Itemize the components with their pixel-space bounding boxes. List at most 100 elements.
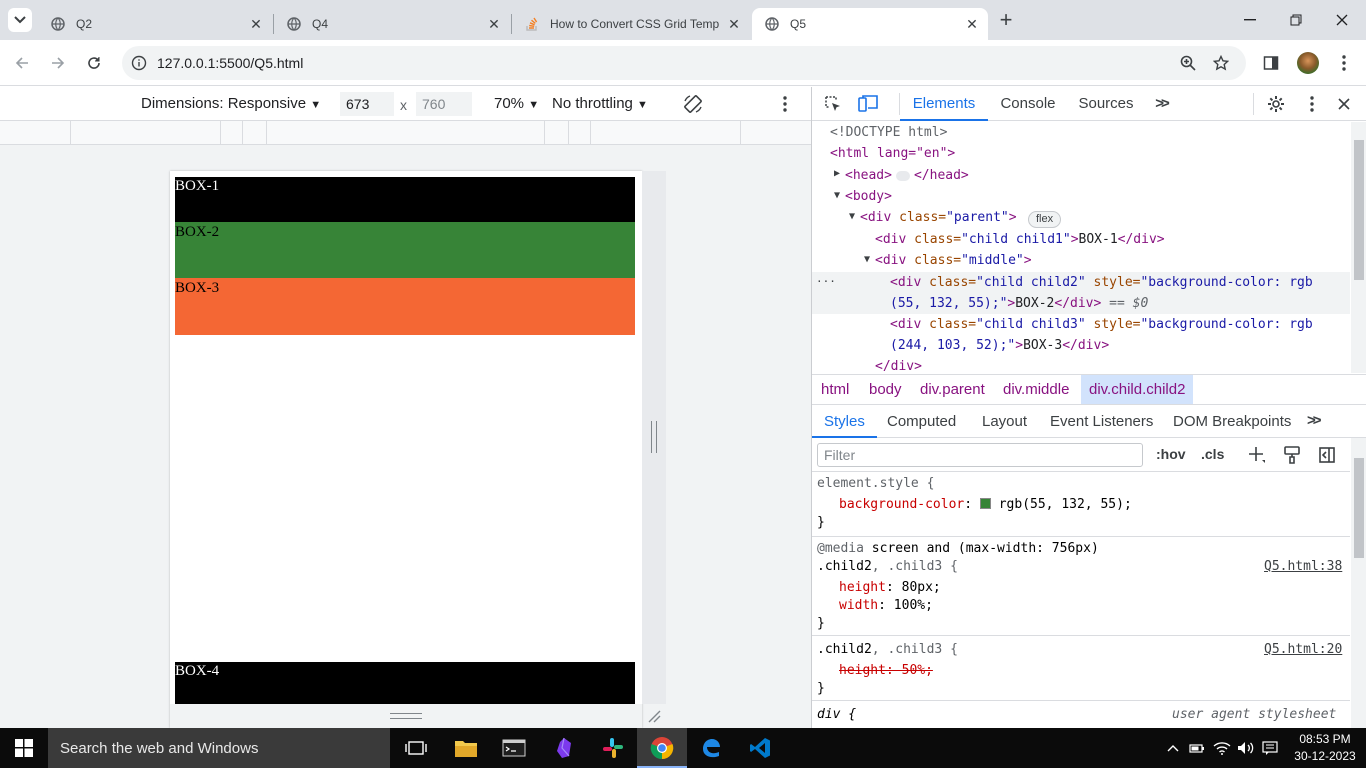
zoom-icon[interactable] xyxy=(1179,54,1197,72)
notifications-icon[interactable] xyxy=(1260,738,1280,758)
subtab-layout[interactable]: Layout xyxy=(982,413,1027,430)
terminal-icon[interactable] xyxy=(501,736,527,760)
tab-q4[interactable]: Q4 ✕ xyxy=(274,8,510,40)
dom-body[interactable]: <body> xyxy=(845,189,892,204)
dom-head[interactable]: <head> </head> xyxy=(845,168,969,183)
new-rule-button[interactable] xyxy=(1247,445,1267,465)
dom-row-actions[interactable]: ... xyxy=(816,272,836,285)
edge-icon[interactable] xyxy=(698,736,724,760)
hov-toggle[interactable]: :hov xyxy=(1156,446,1186,462)
address-bar[interactable]: 127.0.0.1:5500/Q5.html xyxy=(122,46,1246,80)
subtab-styles[interactable]: Styles xyxy=(812,405,877,438)
chevron-up-icon[interactable] xyxy=(1164,738,1182,758)
side-panel-icon[interactable] xyxy=(1261,53,1281,73)
zoom-dropdown[interactable]: 70% ▼ xyxy=(494,95,539,112)
color-swatch[interactable] xyxy=(979,498,991,509)
obsidian-icon[interactable] xyxy=(551,736,577,760)
bookmark-star-icon[interactable] xyxy=(1212,54,1230,72)
close-window-button[interactable] xyxy=(1320,8,1364,32)
device-toolbar-menu[interactable] xyxy=(775,92,795,116)
avatar[interactable] xyxy=(1297,52,1319,74)
reload-button[interactable] xyxy=(82,51,106,75)
height-declaration[interactable]: height: 80px; xyxy=(839,580,941,595)
close-icon[interactable]: ✕ xyxy=(964,16,980,32)
breadcrumb-child2[interactable]: div.child.child2 xyxy=(1081,375,1194,404)
rule2-selector[interactable]: .child2, .child3 { xyxy=(817,642,958,657)
collapse-triangle-icon[interactable]: ▼ xyxy=(834,190,840,201)
flex-badge[interactable]: flex xyxy=(1028,211,1062,228)
dimensions-dropdown[interactable]: Dimensions: Responsive ▼ xyxy=(141,95,321,112)
toggle-sidebar-button[interactable] xyxy=(1317,445,1337,465)
inspect-element-button[interactable] xyxy=(822,93,844,115)
file-explorer-icon[interactable] xyxy=(453,736,479,760)
start-button[interactable] xyxy=(0,728,48,768)
restore-button[interactable] xyxy=(1274,8,1318,32)
collapse-triangle-icon[interactable]: ▼ xyxy=(849,211,855,222)
styles-scrollbar[interactable] xyxy=(1351,438,1366,728)
more-subtabs-button[interactable]: >> xyxy=(1307,412,1321,429)
width-declaration[interactable]: width: 100%; xyxy=(839,598,933,613)
subtab-computed[interactable]: Computed xyxy=(887,413,956,430)
width-input[interactable]: 673 xyxy=(340,92,394,116)
dom-scrollbar[interactable] xyxy=(1351,122,1366,373)
tab-elements[interactable]: Elements xyxy=(900,87,988,121)
filter-input[interactable]: Filter xyxy=(817,443,1143,467)
tab-q2[interactable]: Q2 ✕ xyxy=(38,8,272,40)
breadcrumb-body[interactable]: body xyxy=(869,381,902,398)
subtab-dom-breakpoints[interactable]: DOM Breakpoints xyxy=(1173,413,1291,430)
rotate-button[interactable] xyxy=(681,92,705,116)
minimize-button[interactable] xyxy=(1228,8,1272,32)
subtab-event-listeners[interactable]: Event Listeners xyxy=(1050,413,1153,430)
rule1-selector[interactable]: .child2, .child3 { xyxy=(817,559,958,574)
device-toggle-button[interactable] xyxy=(857,93,879,115)
dom-child3-div-cont[interactable]: (244, 103, 52);">BOX-3</div> xyxy=(890,338,1109,353)
battery-icon[interactable] xyxy=(1187,738,1207,758)
bg-color-declaration[interactable]: background-color: rgb(55, 132, 55); xyxy=(839,497,1132,512)
element-state-button[interactable] xyxy=(1282,445,1302,465)
more-tabs-button[interactable]: >> xyxy=(1150,87,1172,121)
volume-icon[interactable] xyxy=(1236,738,1256,758)
overridden-height-declaration[interactable]: height: 50%; xyxy=(839,663,933,678)
wifi-icon[interactable] xyxy=(1212,738,1232,758)
chrome-menu-button[interactable] xyxy=(1332,51,1356,75)
cls-toggle[interactable]: .cls xyxy=(1201,446,1224,462)
chrome-taskbar-item[interactable] xyxy=(637,728,687,768)
throttling-dropdown[interactable]: No throttling ▼ xyxy=(552,95,648,112)
expand-triangle-icon[interactable]: ▶ xyxy=(834,168,840,179)
settings-button[interactable] xyxy=(1265,93,1287,115)
tab-sources[interactable]: Sources xyxy=(1076,87,1136,121)
rule2-source-link[interactable]: Q5.html:20 xyxy=(1264,642,1342,657)
tab-css-grid[interactable]: How to Convert CSS Grid Temp ✕ xyxy=(512,8,750,40)
dom-parent-div[interactable]: <div class="parent"> xyxy=(860,210,1017,225)
vscode-icon[interactable] xyxy=(747,736,773,760)
tab-q5[interactable]: Q5 ✕ xyxy=(752,8,988,40)
site-info-icon[interactable] xyxy=(130,54,148,72)
close-icon[interactable]: ✕ xyxy=(726,16,742,32)
dom-middle-div[interactable]: <div class="middle"> xyxy=(875,253,1032,268)
height-input[interactable]: 760 xyxy=(416,92,472,116)
clock[interactable]: 08:53 PM 30-12-2023 xyxy=(1290,731,1360,765)
close-icon[interactable]: ✕ xyxy=(486,16,502,32)
tab-search-button[interactable] xyxy=(8,8,32,32)
forward-button[interactable] xyxy=(46,51,70,75)
slack-icon[interactable] xyxy=(600,736,626,760)
dom-html[interactable]: <html lang="en"> xyxy=(830,146,955,161)
resize-corner-handle[interactable] xyxy=(642,704,666,728)
dom-child1-div[interactable]: <div class="child child1">BOX-1</div> xyxy=(875,232,1165,247)
close-icon[interactable]: ✕ xyxy=(248,16,264,32)
dom-child2-div-cont[interactable]: (55, 132, 55);">BOX-2</div> == $0 xyxy=(890,296,1148,311)
resize-handle-right[interactable] xyxy=(642,171,666,704)
dom-child2-div[interactable]: <div class="child child2" style="backgro… xyxy=(890,275,1313,290)
resize-handle-bottom[interactable] xyxy=(170,704,642,728)
breadcrumb-middle[interactable]: div.middle xyxy=(1003,381,1069,398)
tab-console[interactable]: Console xyxy=(998,87,1058,121)
back-button[interactable] xyxy=(10,51,34,75)
breadcrumb-parent[interactable]: div.parent xyxy=(920,381,985,398)
breadcrumb-html[interactable]: html xyxy=(821,381,849,398)
collapse-triangle-icon[interactable]: ▼ xyxy=(864,254,870,265)
task-view-icon[interactable] xyxy=(404,736,428,760)
close-devtools-button[interactable] xyxy=(1333,93,1355,115)
dom-child3-div[interactable]: <div class="child child3" style="backgro… xyxy=(890,317,1313,332)
devtools-menu-button[interactable] xyxy=(1301,93,1323,115)
dom-middle-close[interactable]: </div> xyxy=(875,359,922,373)
